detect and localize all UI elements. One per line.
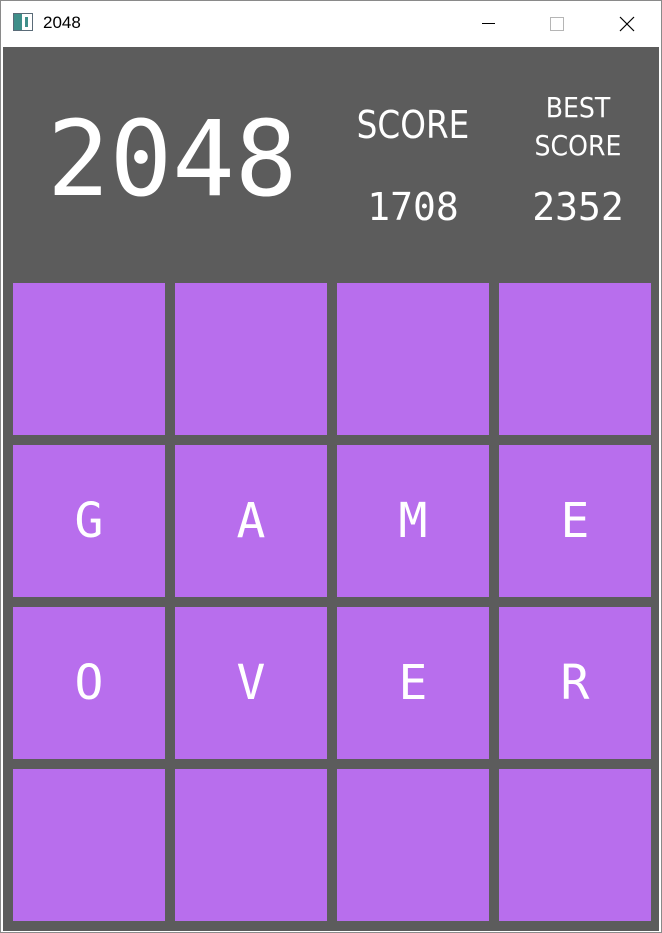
board-tile: E	[499, 445, 651, 597]
board-tile: M	[337, 445, 489, 597]
board-tile: O	[13, 607, 165, 759]
board-tile	[175, 283, 327, 435]
board-tile	[499, 769, 651, 921]
best-score-label: BEST SCORE	[515, 89, 641, 165]
best-score-label-line2: SCORE	[534, 129, 622, 162]
maximize-icon	[550, 17, 564, 31]
minimize-button[interactable]	[465, 1, 511, 46]
game-board[interactable]: GAMEOVER	[13, 283, 655, 923]
score-label: SCORE	[356, 103, 470, 147]
board-tile: E	[337, 607, 489, 759]
score-value: 1708	[367, 185, 459, 229]
minimize-icon	[482, 23, 495, 24]
board-tile	[499, 283, 651, 435]
board-tile	[337, 769, 489, 921]
board-tile: V	[175, 607, 327, 759]
app-window-icon	[13, 13, 33, 31]
game-area: 2048 SCORE 1708 BEST SCORE 2352 GAMEOVER	[3, 47, 659, 931]
board-tile	[13, 769, 165, 921]
board-tile	[175, 769, 327, 921]
title-bar[interactable]: 2048	[1, 1, 661, 46]
board-tile	[337, 283, 489, 435]
board-tile: A	[175, 445, 327, 597]
best-score-value: 2352	[532, 185, 624, 229]
best-score-label-line1: BEST	[545, 91, 611, 124]
board-tile: R	[499, 607, 651, 759]
game-title: 2048	[47, 98, 298, 220]
board-tile: G	[13, 445, 165, 597]
close-icon	[619, 16, 635, 32]
maximize-button[interactable]	[533, 1, 579, 46]
window-title: 2048	[43, 13, 81, 32]
board-tile	[13, 283, 165, 435]
app-window: 2048 2048 SCORE 1708 BEST SCORE 2352 GA	[0, 0, 662, 933]
close-button[interactable]	[603, 1, 649, 46]
